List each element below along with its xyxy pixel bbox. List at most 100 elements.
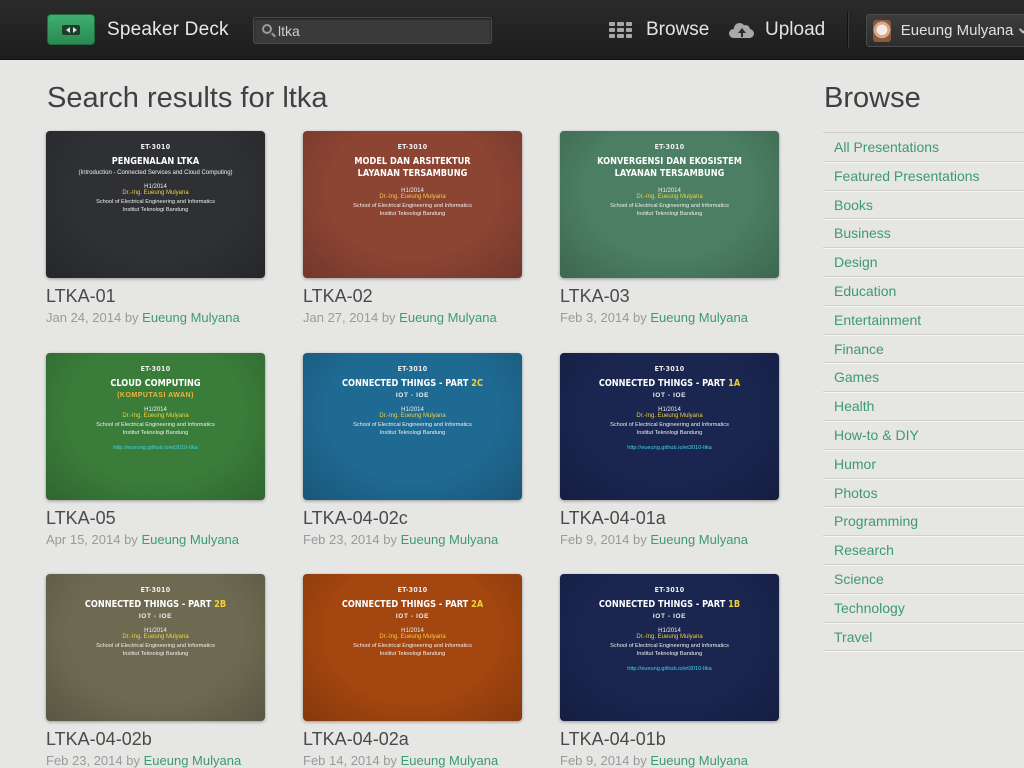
- sidebar-category-item[interactable]: Programming: [823, 507, 1024, 537]
- deck-card[interactable]: ET-3010 MODEL DAN ARSITEKTUR LAYANAN TERS…: [303, 131, 522, 325]
- grid-icon: [609, 22, 632, 38]
- slide-author: Dr.-Ing. Eueung Mulyana: [636, 634, 703, 640]
- sidebar-category-item[interactable]: Games: [823, 363, 1024, 393]
- deck-thumbnail[interactable]: ET-3010 PENGENALAN LTKA (Introduction - Co…: [46, 131, 265, 278]
- slide-url: http://eueung.github.io/et3010-ltka: [113, 445, 198, 451]
- deck-meta: Feb 9, 2014 by Eueung Mulyana: [560, 753, 779, 768]
- slide-course-code: ET-3010: [397, 143, 428, 151]
- sidebar-category-item[interactable]: Health: [823, 392, 1024, 421]
- deck-thumbnail[interactable]: ET-3010 MODEL DAN ARSITEKTUR LAYANAN TERS…: [303, 131, 522, 278]
- deck-card[interactable]: ET-3010 CONNECTED THINGS - PART 2A IOT - I…: [303, 574, 522, 768]
- sidebar-category-item[interactable]: Business: [823, 219, 1024, 249]
- deck-card[interactable]: ET-3010 CONNECTED THINGS - PART 1A IOT - I…: [560, 353, 779, 547]
- slide-school: School of Electrical Engineering and Inf…: [96, 422, 215, 436]
- deck-title-link[interactable]: LTKA-04-01b: [560, 729, 779, 750]
- deck-thumbnail[interactable]: ET-3010 CLOUD COMPUTING (KOMPUTASI AWAN) H1…: [46, 353, 265, 500]
- deck-card[interactable]: ET-3010 CLOUD COMPUTING (KOMPUTASI AWAN) H1…: [46, 353, 265, 547]
- sidebar-category-item[interactable]: Travel: [823, 623, 1024, 652]
- deck-date: Feb 9, 2014: [560, 753, 630, 768]
- slide-author: Dr.-Ing. Eueung Mulyana: [636, 413, 703, 419]
- slide-author: Dr.-Ing. Eueung Mulyana: [122, 634, 189, 640]
- page-title: Search results for ltka: [47, 82, 328, 114]
- deck-meta: Feb 23, 2014 by Eueung Mulyana: [303, 532, 522, 547]
- deck-card[interactable]: ET-3010 CONNECTED THINGS - PART 1B IOT - I…: [560, 574, 779, 768]
- deck-thumbnail[interactable]: ET-3010 CONNECTED THINGS - PART 2A IOT - I…: [303, 574, 522, 721]
- nav-upload-label: Upload: [765, 19, 826, 40]
- slide-title: KONVERGENSI DAN EKOSISTEM LAYANAN TERSAM…: [597, 156, 742, 179]
- slide-title: CONNECTED THINGS - PART 1B: [598, 599, 741, 610]
- deck-author-link[interactable]: Eueung Mulyana: [650, 753, 748, 768]
- deck-date: Feb 23, 2014: [303, 532, 380, 547]
- deck-card[interactable]: ET-3010 CONNECTED THINGS - PART 2C IOT - I…: [303, 353, 522, 547]
- slide-course-code: ET-3010: [140, 586, 171, 594]
- deck-author-link[interactable]: Eueung Mulyana: [401, 753, 499, 768]
- deck-title-link[interactable]: LTKA-04-02a: [303, 729, 522, 750]
- avatar: [873, 19, 891, 42]
- deck-author-link[interactable]: Eueung Mulyana: [401, 532, 499, 547]
- sidebar-category-item[interactable]: Science: [823, 565, 1024, 594]
- slide-subtitle: IOT - IOE: [138, 613, 173, 620]
- deck-date: Jan 24, 2014: [46, 310, 122, 325]
- sidebar-category-item[interactable]: Entertainment: [823, 306, 1024, 335]
- deck-title-link[interactable]: LTKA-05: [46, 508, 265, 529]
- nav-upload-link[interactable]: Upload: [729, 17, 825, 43]
- slide-title: CONNECTED THINGS - PART 2B: [84, 599, 227, 610]
- nav-browse-link[interactable]: Browse: [609, 17, 709, 43]
- sidebar-category-item[interactable]: How-to & DIY: [823, 421, 1024, 450]
- deck-card[interactable]: ET-3010 KONVERGENSI DAN EKOSISTEM LAYANAN…: [560, 131, 779, 325]
- sidebar-category-item[interactable]: Humor: [823, 450, 1024, 479]
- sidebar-category-item[interactable]: Finance: [823, 335, 1024, 364]
- deck-meta: Feb 23, 2014 by Eueung Mulyana: [46, 753, 265, 768]
- slide-course-code: ET-3010: [140, 365, 171, 373]
- deck-by: by: [124, 310, 139, 325]
- deck-thumbnail[interactable]: ET-3010 CONNECTED THINGS - PART 2C IOT - I…: [303, 353, 522, 500]
- slide-school: School of Electrical Engineering and Inf…: [610, 203, 729, 217]
- slide-course-code: ET-3010: [397, 365, 428, 373]
- deck-author-link[interactable]: Eueung Mulyana: [399, 310, 497, 325]
- deck-author-link[interactable]: Eueung Mulyana: [144, 753, 242, 768]
- deck-thumbnail[interactable]: ET-3010 CONNECTED THINGS - PART 1B IOT - I…: [560, 574, 779, 721]
- deck-author-link[interactable]: Eueung Mulyana: [650, 532, 748, 547]
- deck-author-link[interactable]: Eueung Mulyana: [142, 310, 240, 325]
- deck-author-link[interactable]: Eueung Mulyana: [650, 310, 748, 325]
- slide-title: CONNECTED THINGS - PART 2C: [341, 378, 484, 389]
- slide-author: Dr.-Ing. Eueung Mulyana: [379, 634, 446, 640]
- search-input[interactable]: [278, 21, 483, 41]
- slide-title: CONNECTED THINGS - PART 1A: [598, 378, 741, 389]
- sidebar-category-item[interactable]: Photos: [823, 479, 1024, 508]
- deck-title-link[interactable]: LTKA-04-02b: [46, 729, 265, 750]
- deck-title-link[interactable]: LTKA-04-01a: [560, 508, 779, 529]
- sidebar-category-item[interactable]: Technology: [823, 594, 1024, 623]
- chevron-down-icon: [1019, 24, 1024, 34]
- sidebar-category-item[interactable]: Books: [823, 191, 1024, 220]
- user-name: Eueung Mulyana: [900, 22, 1014, 39]
- slide-school: School of Electrical Engineering and Inf…: [353, 422, 472, 436]
- sidebar-category-item[interactable]: Education: [823, 277, 1024, 306]
- sidebar-category-item[interactable]: Design: [823, 248, 1024, 277]
- deck-title-link[interactable]: LTKA-02: [303, 286, 522, 307]
- deck-by: by: [633, 310, 647, 325]
- category-list: All Presentations Featured Presentations B…: [823, 132, 1024, 652]
- sidebar-category-item[interactable]: Featured Presentations: [823, 162, 1024, 191]
- speakerdeck-logo-icon[interactable]: [47, 14, 95, 45]
- deck-thumbnail[interactable]: ET-3010 KONVERGENSI DAN EKOSISTEM LAYANAN…: [560, 131, 779, 278]
- deck-date: Jan 27, 2014: [303, 310, 379, 325]
- sidebar-category-item[interactable]: Research: [823, 536, 1024, 565]
- deck-title-link[interactable]: LTKA-01: [46, 286, 265, 307]
- site-name[interactable]: Speaker Deck: [107, 19, 229, 41]
- deck-thumbnail[interactable]: ET-3010 CONNECTED THINGS - PART 1A IOT - I…: [560, 353, 779, 500]
- deck-date: Feb 3, 2014: [560, 310, 630, 325]
- deck-author-link[interactable]: Eueung Mulyana: [141, 532, 239, 547]
- slide-school: School of Electrical Engineering and Inf…: [96, 643, 215, 657]
- deck-card[interactable]: ET-3010 PENGENALAN LTKA (Introduction - Co…: [46, 131, 265, 325]
- deck-meta: Feb 3, 2014 by Eueung Mulyana: [560, 310, 779, 325]
- deck-meta: Feb 9, 2014 by Eueung Mulyana: [560, 532, 779, 547]
- deck-title-link[interactable]: LTKA-04-02c: [303, 508, 522, 529]
- sidebar-category-item[interactable]: All Presentations: [823, 133, 1024, 162]
- slide-author: Dr.-Ing. Eueung Mulyana: [636, 194, 703, 200]
- user-menu-button[interactable]: Eueung Mulyana: [866, 14, 1024, 47]
- search-box[interactable]: [253, 17, 492, 44]
- deck-title-link[interactable]: LTKA-03: [560, 286, 779, 307]
- deck-card[interactable]: ET-3010 CONNECTED THINGS - PART 2B IOT - I…: [46, 574, 265, 768]
- deck-thumbnail[interactable]: ET-3010 CONNECTED THINGS - PART 2B IOT - I…: [46, 574, 265, 721]
